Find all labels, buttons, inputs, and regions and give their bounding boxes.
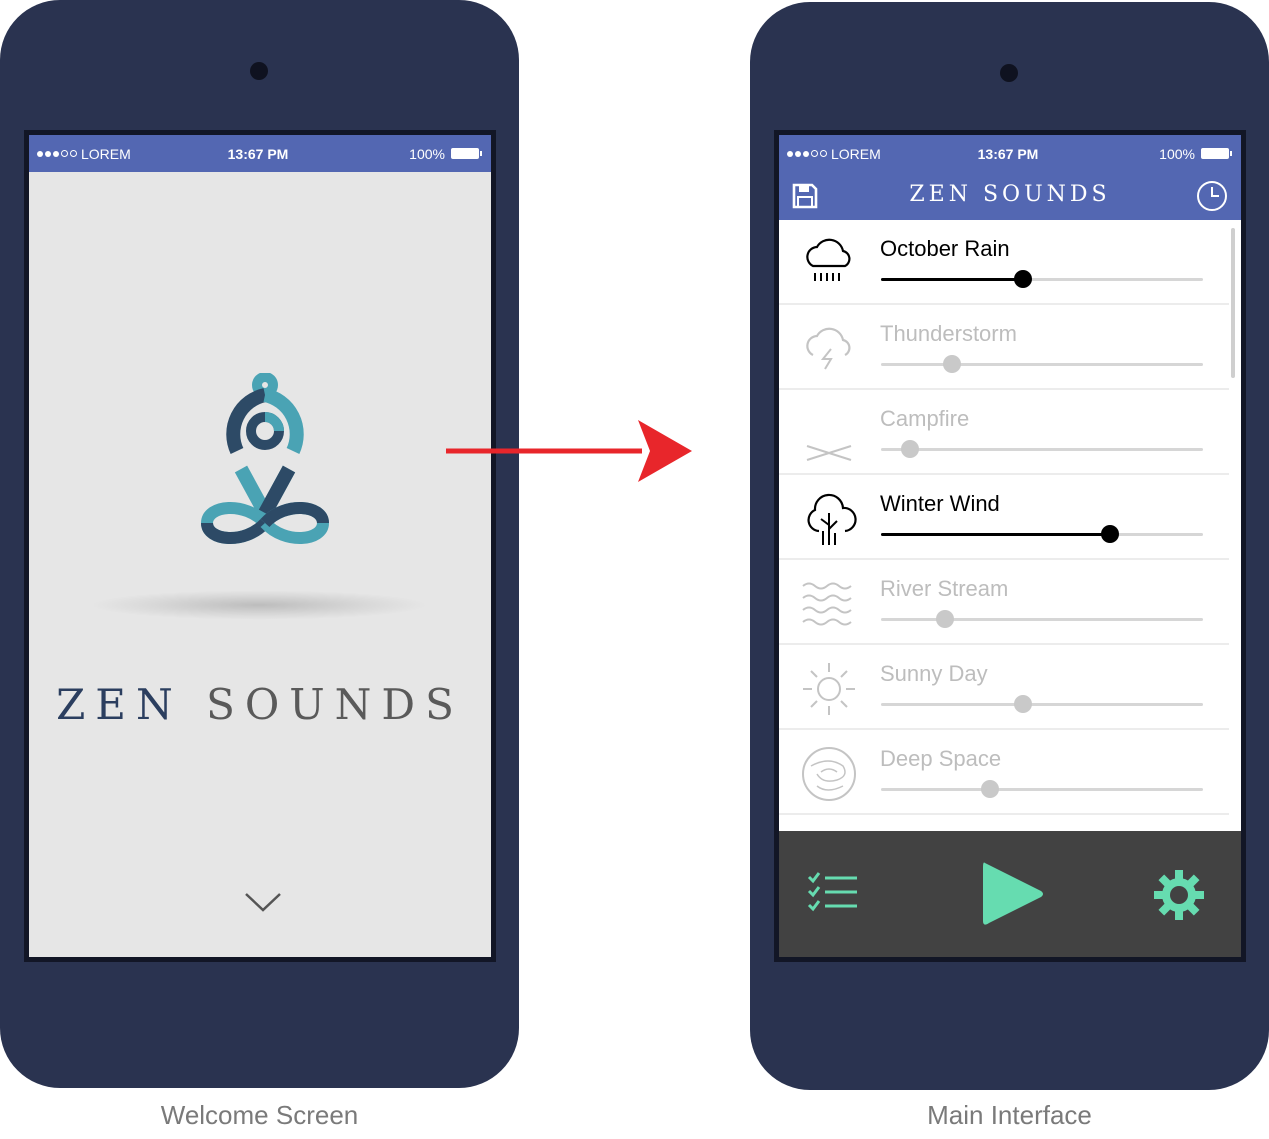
carrier-label: LOREM <box>81 145 131 162</box>
sound-row[interactable]: October Rain <box>779 220 1229 305</box>
slider-thumb[interactable] <box>1013 270 1032 288</box>
sound-row[interactable]: Deep Space <box>779 730 1229 815</box>
app-title: ZEN SOUNDS <box>909 182 1111 207</box>
slider-thumb[interactable] <box>942 355 961 373</box>
welcome-caption: Welcome Screen <box>160 1100 359 1130</box>
title-word-2: SOUNDS <box>206 680 464 729</box>
waves-icon <box>802 582 852 626</box>
sound-label: Thunderstorm <box>880 321 1017 346</box>
logo-shadow <box>89 590 429 620</box>
volume-slider[interactable] <box>881 780 1203 798</box>
play-icon[interactable] <box>979 859 1045 929</box>
gear-icon[interactable] <box>1153 869 1205 921</box>
volume-slider[interactable] <box>881 610 1203 628</box>
wind-tree-icon <box>807 493 857 545</box>
sound-label: Deep Space <box>880 746 1002 771</box>
welcome-screen: LOREM 13:67 PM 100% ZEN SOUNDS <box>24 130 496 962</box>
slider-thumb[interactable] <box>936 610 955 628</box>
title-word-1: ZEN <box>56 680 183 729</box>
volume-slider[interactable] <box>881 270 1203 288</box>
status-bar: LOREM 13:67 PM 100% <box>779 135 1241 172</box>
camera-icon <box>1000 64 1018 82</box>
sound-label: October Rain <box>880 236 1010 261</box>
welcome-phone: LOREM 13:67 PM 100% ZEN SOUNDS <box>0 0 519 1088</box>
sound-row[interactable]: Campfire <box>779 390 1229 475</box>
status-bar: LOREM 13:67 PM 100% <box>29 135 491 172</box>
playlist-icon[interactable] <box>807 871 859 917</box>
signal-icon <box>787 150 827 157</box>
flow-arrow-icon <box>446 420 692 482</box>
slider-thumb[interactable] <box>900 440 919 458</box>
volume-slider[interactable] <box>881 355 1203 373</box>
slider-fill <box>881 533 1110 536</box>
sound-row[interactable]: Thunderstorm <box>779 305 1229 390</box>
sound-row[interactable]: Sunny Day <box>779 645 1229 730</box>
battery-icon <box>450 148 482 159</box>
slider-thumb[interactable] <box>1013 695 1032 713</box>
battery-percent: 100% <box>409 145 445 162</box>
slider-thumb[interactable] <box>1100 525 1119 543</box>
sound-label: Sunny Day <box>880 661 988 686</box>
battery-icon <box>1200 148 1232 159</box>
meditation-logo-icon <box>200 373 330 544</box>
chevron-down-icon[interactable] <box>243 890 283 914</box>
sound-list: October Rain Thunderstorm Campfire Winter W… <box>779 220 1241 831</box>
status-time: 13:67 PM <box>227 145 289 162</box>
volume-slider[interactable] <box>881 440 1203 458</box>
sound-row[interactable]: Winter Wind <box>779 475 1229 560</box>
rain-cloud-icon <box>806 238 851 281</box>
sound-row[interactable]: River Stream <box>779 560 1229 645</box>
scrollbar[interactable] <box>1231 228 1235 378</box>
main-phone: LOREM 13:67 PM 100% ZEN SOUNDS October R… <box>750 2 1269 1090</box>
app-bar: ZEN SOUNDS <box>779 172 1241 220</box>
battery-percent: 100% <box>1159 145 1195 162</box>
sound-label: Campfire <box>880 406 970 431</box>
sun-icon <box>803 663 855 715</box>
slider-fill <box>881 278 1023 281</box>
volume-slider[interactable] <box>881 695 1203 713</box>
bottom-bar <box>779 831 1241 957</box>
clock-icon[interactable] <box>1195 179 1229 213</box>
main-caption: Main Interface <box>927 1100 1092 1130</box>
sound-label: River Stream <box>880 576 1009 601</box>
main-screen: LOREM 13:67 PM 100% ZEN SOUNDS October R… <box>774 130 1246 962</box>
carrier-label: LOREM <box>831 145 881 162</box>
signal-icon <box>37 150 77 157</box>
camera-icon <box>250 62 268 80</box>
sound-label: Winter Wind <box>880 491 1000 516</box>
volume-slider[interactable] <box>881 525 1203 543</box>
status-time: 13:67 PM <box>977 145 1039 162</box>
planet-icon <box>802 747 856 801</box>
thunder-cloud-icon <box>806 327 851 370</box>
welcome-title: ZEN SOUNDS <box>29 680 491 729</box>
slider-thumb[interactable] <box>981 780 1000 798</box>
campfire-icon <box>806 445 852 461</box>
